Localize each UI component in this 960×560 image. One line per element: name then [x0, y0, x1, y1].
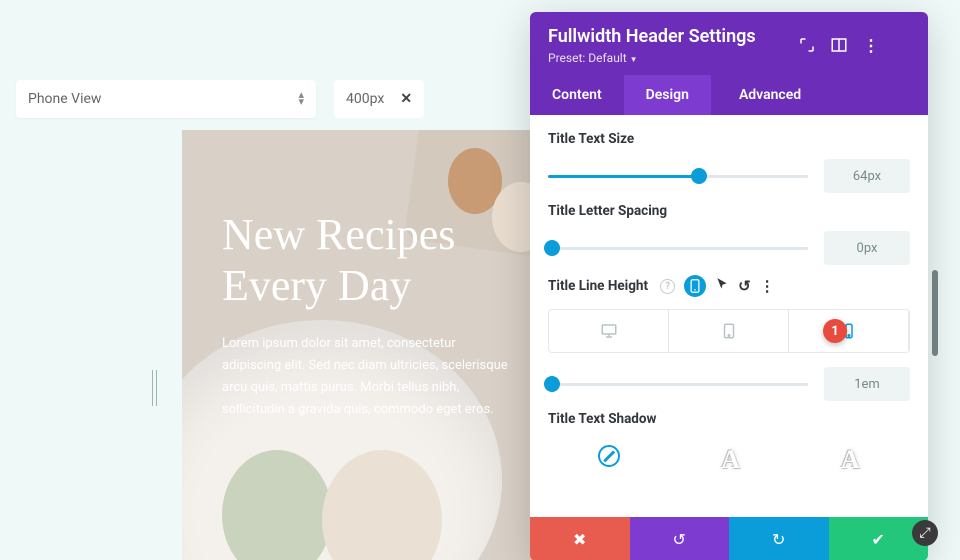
close-icon[interactable]: ✕ — [400, 91, 412, 107]
preview-body: Lorem ipsum dolor sit amet, consectetur … — [222, 333, 512, 421]
resize-handle[interactable]: ⤢ — [912, 520, 938, 546]
columns-icon[interactable] — [830, 36, 848, 54]
hover-icon[interactable] — [715, 277, 729, 295]
slider-title-letter-spacing[interactable] — [548, 236, 808, 260]
device-phone[interactable] — [789, 310, 909, 352]
settings-tabs: Content Design Advanced — [530, 75, 928, 115]
device-select-label: Phone View — [28, 91, 101, 107]
group-title-text-shadow: Title Text Shadow A A — [548, 411, 910, 475]
tab-advanced[interactable]: Advanced — [717, 75, 823, 115]
value-title-letter-spacing[interactable]: 0px — [824, 231, 910, 265]
label-title-text-shadow: Title Text Shadow — [548, 411, 910, 427]
more-icon[interactable]: ⋮ — [760, 277, 775, 295]
shadow-none-icon[interactable] — [598, 445, 620, 467]
settings-panel: Fullwidth Header Settings Preset: Defaul… — [530, 12, 928, 560]
label-title-letter-spacing: Title Letter Spacing — [548, 203, 910, 219]
slider-title-line-height[interactable] — [548, 372, 808, 396]
panel-actions: ✖ ↺ ↻ ✔ — [530, 517, 928, 560]
label-title-text-size: Title Text Size — [548, 131, 910, 147]
tab-design[interactable]: Design — [624, 75, 711, 115]
value-title-text-size[interactable]: 64px — [824, 159, 910, 193]
expand-icon[interactable] — [798, 36, 816, 54]
device-segmented-control: 1 — [548, 309, 910, 353]
scrollbar[interactable] — [932, 270, 938, 356]
more-icon[interactable]: ⋮ — [862, 36, 880, 54]
device-desktop[interactable] — [549, 310, 669, 352]
tab-content[interactable]: Content — [530, 75, 624, 115]
group-title-letter-spacing: Title Letter Spacing 0px — [548, 203, 910, 265]
annotation-badge: 1 — [823, 319, 847, 343]
preview-heading: New Recipes Every Day — [222, 210, 512, 311]
redo-button[interactable]: ↻ — [729, 517, 829, 560]
group-title-line-height: Title Line Height ? ↺ ⋮ 1 — [548, 275, 910, 401]
responsive-toolbar: Phone View ▴▾ 400px ✕ — [16, 80, 424, 118]
shadow-preset-icon[interactable]: A — [841, 445, 860, 475]
device-select[interactable]: Phone View ▴▾ — [16, 80, 316, 118]
responsive-icon[interactable] — [684, 275, 706, 297]
chevron-updown-icon: ▴▾ — [298, 92, 304, 105]
cancel-button[interactable]: ✖ — [530, 517, 630, 560]
reset-icon[interactable]: ↺ — [738, 277, 751, 295]
width-value[interactable]: 400px — [346, 91, 384, 107]
page-preview: New Recipes Every Day Lorem ipsum dolor … — [182, 130, 542, 560]
device-tablet[interactable] — [669, 310, 789, 352]
width-input-group: 400px ✕ — [334, 80, 424, 118]
drag-handle[interactable] — [152, 370, 157, 406]
chevron-down-icon: ▼ — [630, 55, 638, 64]
panel-body: Title Text Size 64px Title Letter Spacin… — [530, 115, 928, 517]
help-icon[interactable]: ? — [660, 279, 675, 294]
label-title-line-height: Title Line Height ? ↺ ⋮ — [548, 275, 910, 297]
field-toolbar: ? ↺ ⋮ — [660, 275, 775, 297]
value-title-line-height[interactable]: 1em — [824, 367, 910, 401]
undo-button[interactable]: ↺ — [630, 517, 730, 560]
shadow-preset-icon[interactable]: A — [721, 445, 740, 475]
slider-title-text-size[interactable] — [548, 164, 808, 188]
group-title-text-size: Title Text Size 64px — [548, 131, 910, 193]
panel-header-actions: ⋮ — [798, 36, 880, 54]
